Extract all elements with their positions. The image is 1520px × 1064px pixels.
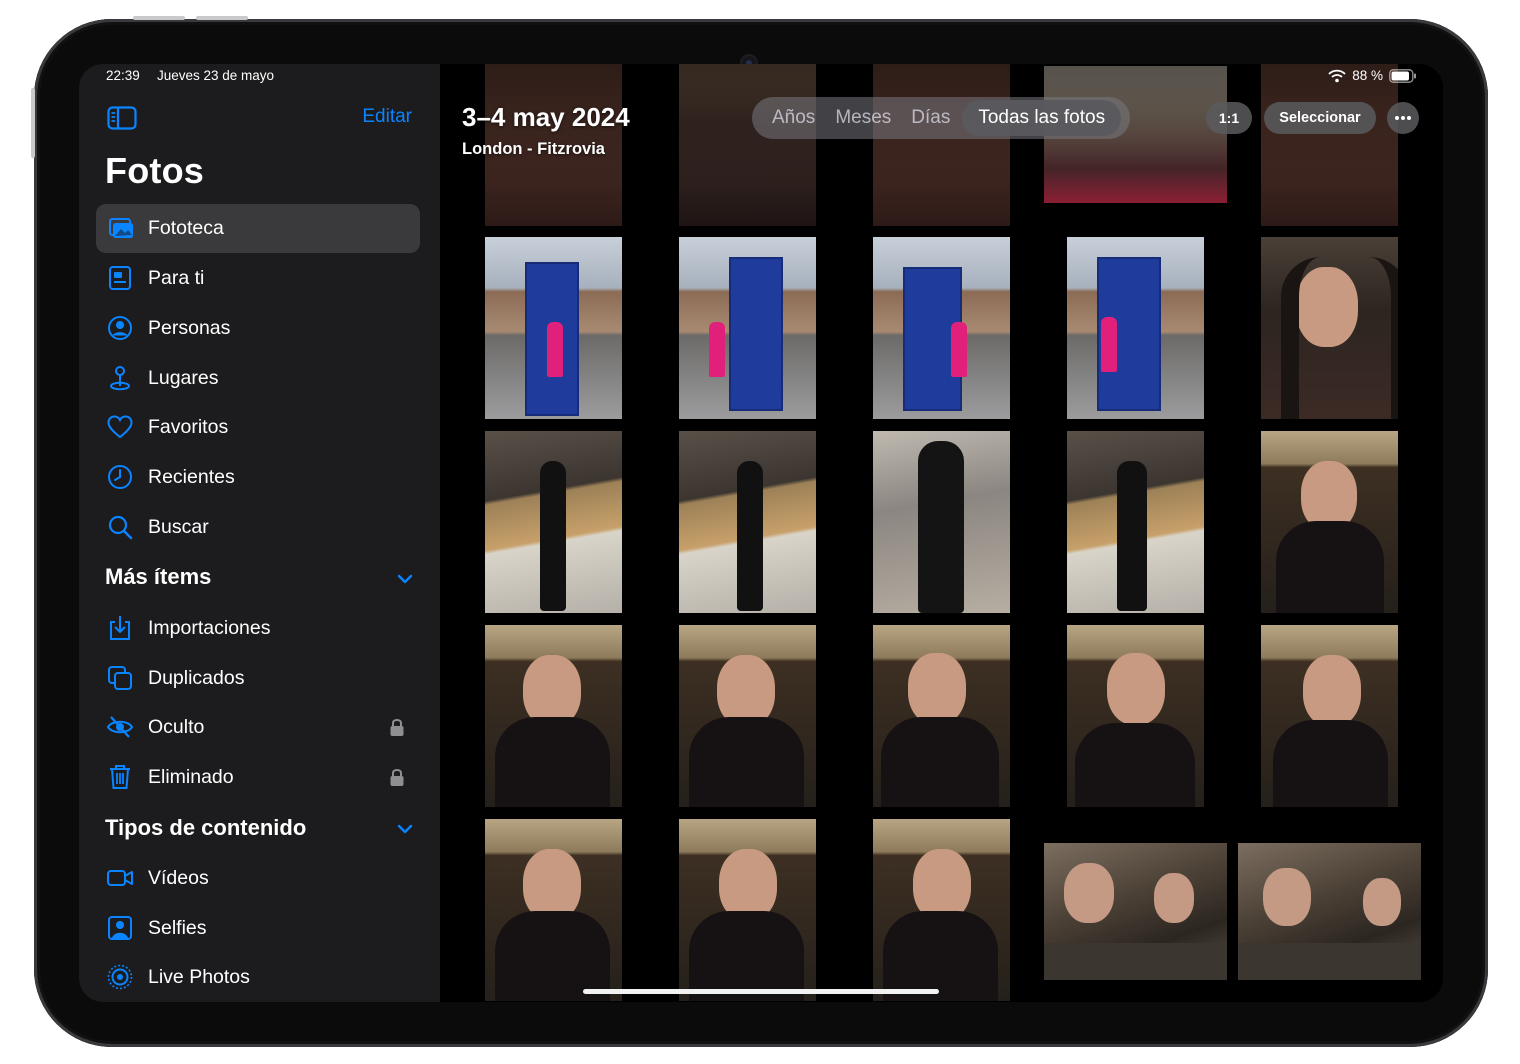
home-indicator[interactable] xyxy=(583,989,939,994)
sidebar-item-label: Eliminado xyxy=(148,766,234,788)
photo-thumbnail[interactable] xyxy=(679,237,816,419)
photo-thumbnail[interactable] xyxy=(1261,64,1398,226)
sidebar-item-eliminado[interactable]: Eliminado xyxy=(96,753,420,802)
heart-icon xyxy=(107,415,133,439)
live-photo-icon xyxy=(107,964,133,990)
photo-thumbnail[interactable] xyxy=(485,237,622,419)
sidebar-item-label: Recientes xyxy=(148,466,235,488)
trash-icon xyxy=(110,765,130,789)
photo-thumbnail[interactable] xyxy=(679,819,816,1001)
sidebar-item-live-photos[interactable]: Live Photos xyxy=(96,953,420,1002)
photo-library-icon xyxy=(109,218,133,238)
status-time: 22:39 xyxy=(106,68,140,83)
sidebar-item-recientes[interactable]: Recientes xyxy=(96,453,420,502)
sidebar-item-favoritos[interactable]: Favoritos xyxy=(96,403,420,452)
photo-grid: 3–4 may 2024 London - Fitzrovia Años Mes… xyxy=(440,64,1443,1002)
status-bar-right: 88 % xyxy=(1328,68,1417,83)
ellipsis-icon xyxy=(1395,116,1411,120)
photo-thumbnail[interactable] xyxy=(1067,431,1204,613)
segment-months[interactable]: Meses xyxy=(825,107,901,129)
volume-down-button xyxy=(196,16,248,20)
video-icon xyxy=(107,870,133,886)
selfie-icon xyxy=(108,916,132,940)
photo-thumbnail[interactable] xyxy=(1261,237,1398,419)
sidebar-item-para-ti[interactable]: Para ti xyxy=(96,254,420,303)
sidebar-item-buscar[interactable]: Buscar xyxy=(96,503,420,552)
section-header-tipos-de-contenido[interactable]: Tipos de contenido xyxy=(105,815,306,841)
sidebar-item-label: Selfies xyxy=(148,917,207,939)
screen: 22:39 Jueves 23 de mayo Editar Fotos Fot… xyxy=(79,64,1443,1002)
photo-thumbnail[interactable] xyxy=(1261,625,1398,807)
battery-percent: 88 % xyxy=(1352,68,1383,83)
clock-icon xyxy=(108,465,132,489)
chevron-down-icon[interactable] xyxy=(396,823,414,835)
photo-thumbnail[interactable] xyxy=(1044,843,1227,980)
sidebar-item-fototeca[interactable]: Fototeca xyxy=(96,204,420,253)
photo-thumbnail[interactable] xyxy=(679,64,816,226)
sidebar-item-oculto[interactable]: Oculto xyxy=(96,703,420,752)
photo-thumbnail[interactable] xyxy=(679,431,816,613)
segment-years[interactable]: Años xyxy=(762,107,825,129)
sidebar-item-label: Buscar xyxy=(148,516,209,538)
sidebar-item-label: Personas xyxy=(148,317,231,339)
sidebar-item-label: Lugares xyxy=(148,367,219,389)
select-button[interactable]: Seleccionar xyxy=(1264,102,1376,134)
zoom-button[interactable]: 1:1 xyxy=(1206,102,1252,134)
photo-thumbnail[interactable] xyxy=(873,64,1010,226)
date-title: 3–4 may 2024 xyxy=(462,102,630,132)
top-button xyxy=(31,88,35,158)
more-button[interactable] xyxy=(1387,102,1419,134)
photo-thumbnail[interactable] xyxy=(873,237,1010,419)
sidebar-title: Fotos xyxy=(105,150,204,191)
sidebar-item-duplicados[interactable]: Duplicados xyxy=(96,654,420,703)
search-icon xyxy=(108,515,133,540)
photo-thumbnail[interactable] xyxy=(1238,843,1421,980)
volume-up-button xyxy=(133,16,185,20)
duplicates-icon xyxy=(108,666,132,690)
photo-thumbnail[interactable] xyxy=(873,625,1010,807)
sidebar-item-label: Para ti xyxy=(148,267,205,289)
location-subtitle: London - Fitzrovia xyxy=(462,140,605,158)
sidebar-toggle-icon[interactable] xyxy=(107,106,137,130)
map-pin-icon xyxy=(110,366,130,391)
import-icon xyxy=(110,616,130,640)
segment-days[interactable]: Días xyxy=(901,107,960,129)
sidebar-item-lugares[interactable]: Lugares xyxy=(96,354,420,403)
sidebar-item-label: Fototeca xyxy=(148,217,224,239)
photo-thumbnail[interactable] xyxy=(485,819,622,1001)
sidebar-item-selfies[interactable]: Selfies xyxy=(96,904,420,953)
photo-thumbnail[interactable] xyxy=(1067,237,1204,419)
photo-thumbnail[interactable] xyxy=(873,819,1010,1001)
photo-thumbnail[interactable] xyxy=(485,431,622,613)
photo-thumbnail[interactable] xyxy=(485,625,622,807)
edit-button[interactable]: Editar xyxy=(362,106,412,128)
for-you-icon xyxy=(109,266,131,290)
sidebar-item-importaciones[interactable]: Importaciones xyxy=(96,604,420,653)
sidebar-item-label: Vídeos xyxy=(148,867,209,889)
status-date: Jueves 23 de mayo xyxy=(157,68,275,83)
battery-icon xyxy=(1389,68,1416,83)
sidebar-item-label: Duplicados xyxy=(148,667,245,689)
sidebar-item-label: Live Photos xyxy=(148,966,250,988)
photo-thumbnail[interactable] xyxy=(873,431,1010,613)
sidebar-item-label: Favoritos xyxy=(148,416,229,438)
eye-slash-icon xyxy=(106,716,134,738)
sidebar-item-personas[interactable]: Personas xyxy=(96,304,420,353)
person-circle-icon xyxy=(108,316,132,340)
photo-thumbnail[interactable] xyxy=(1261,431,1398,613)
sidebar-item-videos[interactable]: Vídeos xyxy=(96,854,420,903)
segment-all-photos[interactable]: Todas las fotos xyxy=(962,100,1122,136)
wifi-icon xyxy=(1328,69,1346,82)
photo-thumbnail[interactable] xyxy=(1067,625,1204,807)
lock-icon xyxy=(390,719,404,736)
section-header-mas-items[interactable]: Más ítems xyxy=(105,564,211,590)
view-segmented-control: Años Meses Días Todas las fotos xyxy=(752,97,1130,139)
sidebar-item-label: Oculto xyxy=(148,716,205,738)
sidebar-item-label: Importaciones xyxy=(148,617,271,639)
lock-icon xyxy=(390,769,404,786)
photo-thumbnail[interactable] xyxy=(679,625,816,807)
sidebar: 22:39 Jueves 23 de mayo Editar Fotos Fot… xyxy=(79,64,440,1002)
chevron-down-icon[interactable] xyxy=(396,573,414,585)
